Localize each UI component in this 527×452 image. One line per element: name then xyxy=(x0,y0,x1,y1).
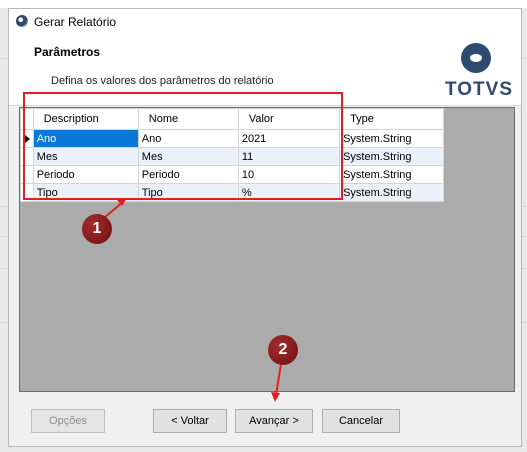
annotation-badge-1: 1 xyxy=(82,214,112,244)
annotation-arrowhead-2 xyxy=(271,392,280,402)
annotation-badge-2: 2 xyxy=(268,335,298,365)
annotation-arrows xyxy=(103,198,282,402)
annotation-arrow-2 xyxy=(275,363,282,396)
